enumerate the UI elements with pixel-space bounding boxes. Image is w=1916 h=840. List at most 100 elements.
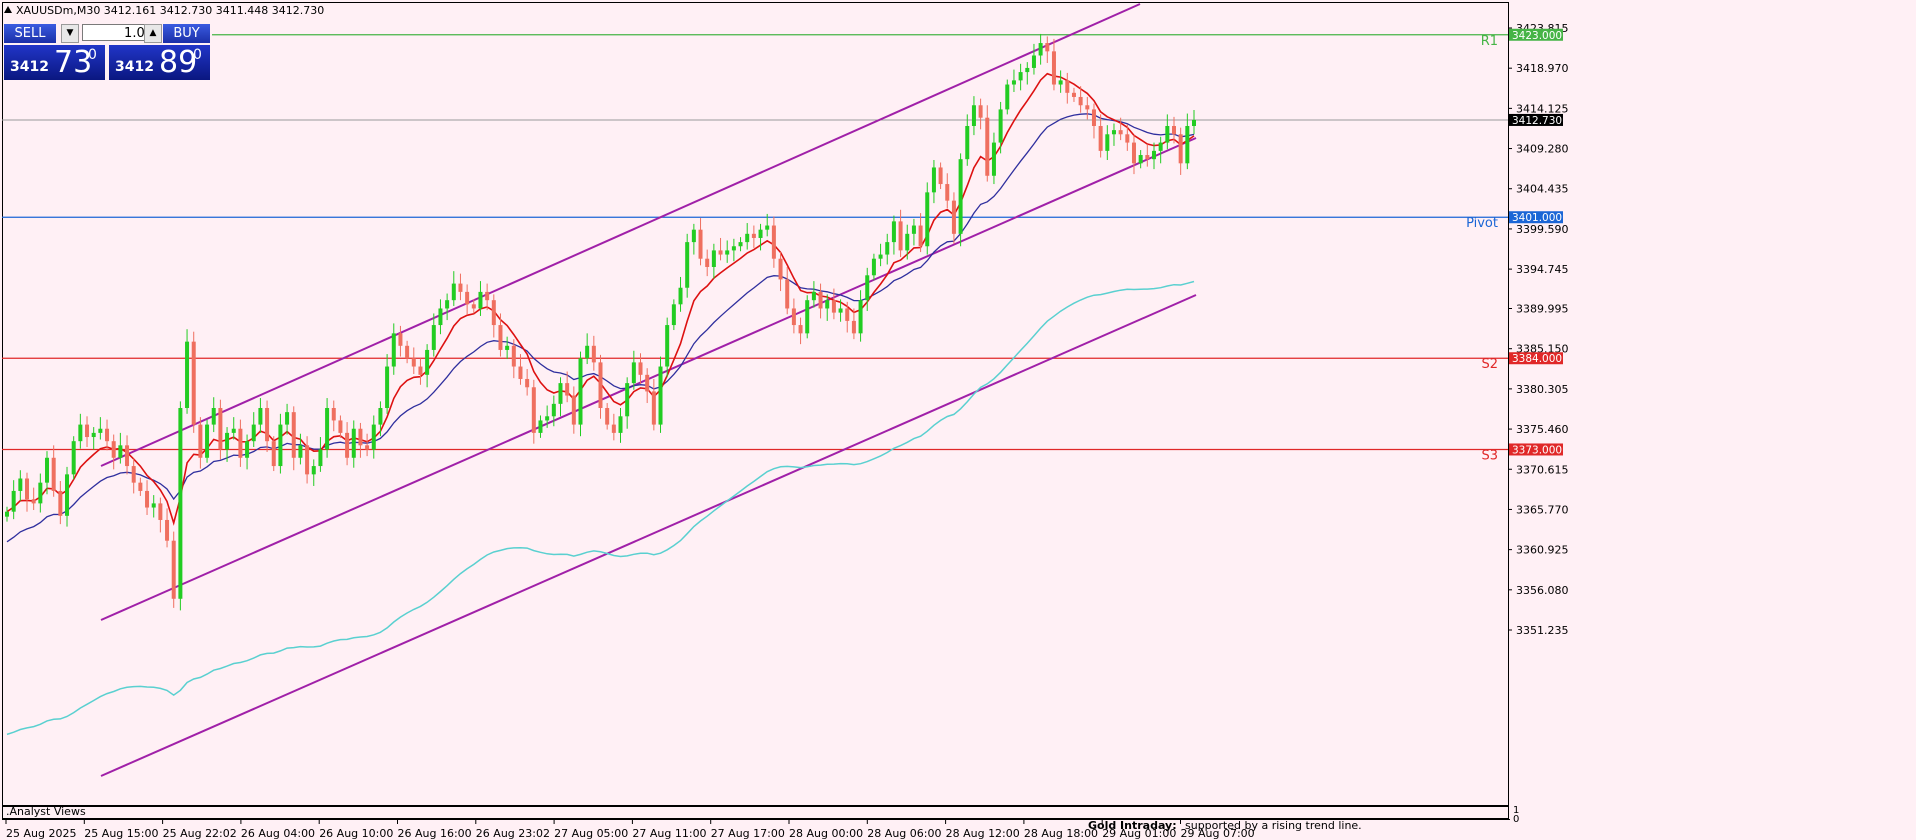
y-tick-label: 3414.125 bbox=[1516, 102, 1569, 115]
candle-body bbox=[711, 250, 716, 268]
candle-body bbox=[1051, 51, 1056, 85]
candle-body bbox=[71, 441, 76, 475]
buy-button[interactable]: BUY bbox=[163, 24, 210, 43]
candle-body bbox=[398, 333, 403, 346]
y-tick-label: 3389.995 bbox=[1516, 303, 1569, 316]
candle-body bbox=[525, 378, 530, 388]
candle-body bbox=[971, 105, 976, 126]
candle-body bbox=[291, 412, 296, 458]
current-price-label: 3412.730 bbox=[1512, 115, 1562, 127]
candle-body bbox=[158, 503, 163, 520]
candle-body bbox=[605, 408, 610, 425]
candle-body bbox=[991, 142, 996, 176]
candle-body bbox=[545, 416, 550, 421]
candle-body bbox=[18, 478, 23, 491]
candle-body bbox=[611, 424, 616, 433]
x-tick-label: 26 Aug 23:02 bbox=[476, 827, 550, 840]
candle-body bbox=[258, 408, 263, 425]
candle-body bbox=[625, 383, 630, 417]
candle-body bbox=[331, 408, 336, 421]
candle-body bbox=[58, 490, 63, 516]
candle-body bbox=[105, 428, 110, 442]
candle-body bbox=[531, 387, 536, 433]
candle-body bbox=[431, 325, 436, 350]
candle-body bbox=[1192, 119, 1196, 126]
candle-body bbox=[305, 445, 310, 475]
candle-body bbox=[691, 229, 696, 243]
candle-body bbox=[171, 540, 176, 599]
sell-price-box[interactable]: 3412 73 0 bbox=[4, 45, 105, 80]
x-tick-label: 25 Aug 2025 bbox=[6, 827, 76, 840]
candle-body bbox=[1038, 43, 1043, 56]
candle-body bbox=[965, 125, 970, 160]
candle-body bbox=[78, 424, 83, 442]
candle-body bbox=[725, 250, 730, 255]
candle-body bbox=[1025, 67, 1030, 73]
candle-body bbox=[838, 308, 843, 313]
candle-body bbox=[951, 200, 956, 234]
candle-body bbox=[685, 242, 690, 288]
candle-body bbox=[618, 416, 623, 433]
candle-body bbox=[151, 503, 156, 508]
x-tick-label: 28 Aug 06:00 bbox=[867, 827, 941, 840]
sell-price-prefix: 3412 bbox=[10, 59, 49, 75]
candle-body bbox=[471, 304, 476, 309]
candle-body bbox=[198, 424, 203, 458]
candle-body bbox=[538, 420, 543, 433]
candle-body bbox=[145, 490, 150, 508]
candle-body bbox=[585, 345, 590, 359]
x-tick-label: 26 Aug 16:00 bbox=[398, 827, 472, 840]
candle-body bbox=[925, 192, 930, 247]
buy-price-prefix: 3412 bbox=[115, 59, 154, 75]
candle-body bbox=[405, 345, 410, 359]
one-click-trading-panel: SELL ▼ 1.00 ▲ BUY 3412 73 0 3412 89 0 bbox=[4, 24, 210, 80]
candle-body bbox=[371, 424, 376, 450]
candle-body bbox=[645, 374, 650, 392]
y-tick-label: 3360.925 bbox=[1516, 544, 1569, 557]
candle-body bbox=[65, 474, 70, 516]
candle-body bbox=[931, 167, 936, 193]
x-tick-label: 27 Aug 17:00 bbox=[711, 827, 785, 840]
candle-body bbox=[325, 408, 330, 450]
candle-body bbox=[1011, 80, 1016, 85]
sell-button[interactable]: SELL bbox=[4, 24, 56, 43]
candle-body bbox=[478, 291, 483, 309]
candle-body bbox=[118, 445, 123, 458]
level-price-label: 3423.000 bbox=[1512, 30, 1562, 42]
candle-body bbox=[705, 258, 710, 268]
candle-body bbox=[1098, 125, 1103, 151]
candle-body bbox=[185, 341, 190, 409]
candle-body bbox=[451, 283, 456, 301]
candle-body bbox=[498, 325, 503, 350]
candle-body bbox=[511, 345, 516, 367]
candle-body bbox=[458, 283, 463, 292]
candle-body bbox=[1185, 125, 1190, 164]
sell-price-fraction: 0 bbox=[88, 47, 97, 63]
candle-body bbox=[805, 300, 810, 334]
candle-body bbox=[1165, 125, 1170, 143]
buy-price-box[interactable]: 3412 89 0 bbox=[109, 45, 210, 80]
level-name-r1: R1 bbox=[1481, 34, 1498, 49]
candle-body bbox=[191, 341, 196, 425]
y-tick-label: 3356.080 bbox=[1516, 584, 1569, 597]
price-chart[interactable]: 3423.8153418.9703414.1253409.2803404.435… bbox=[0, 0, 1916, 840]
x-tick-label: 27 Aug 11:00 bbox=[632, 827, 706, 840]
candle-body bbox=[825, 300, 830, 309]
candle-body bbox=[1085, 105, 1090, 110]
candle-body bbox=[978, 105, 983, 118]
lot-decrease-button[interactable]: ▼ bbox=[61, 24, 79, 43]
lot-increase-button[interactable]: ▲ bbox=[144, 24, 162, 43]
candle-body bbox=[491, 300, 496, 326]
x-tick-label: 28 Aug 00:00 bbox=[789, 827, 863, 840]
candle-body bbox=[911, 225, 916, 234]
candle-body bbox=[758, 229, 763, 238]
candle-body bbox=[445, 300, 450, 309]
candle-body bbox=[718, 250, 723, 255]
candle-body bbox=[505, 345, 510, 350]
level-name-pivot: Pivot bbox=[1466, 216, 1498, 231]
candle-body bbox=[351, 428, 356, 458]
candle-body bbox=[591, 345, 596, 363]
candle-body bbox=[778, 258, 783, 280]
x-tick-label: 25 Aug 15:00 bbox=[84, 827, 158, 840]
candle-body bbox=[1151, 150, 1156, 160]
